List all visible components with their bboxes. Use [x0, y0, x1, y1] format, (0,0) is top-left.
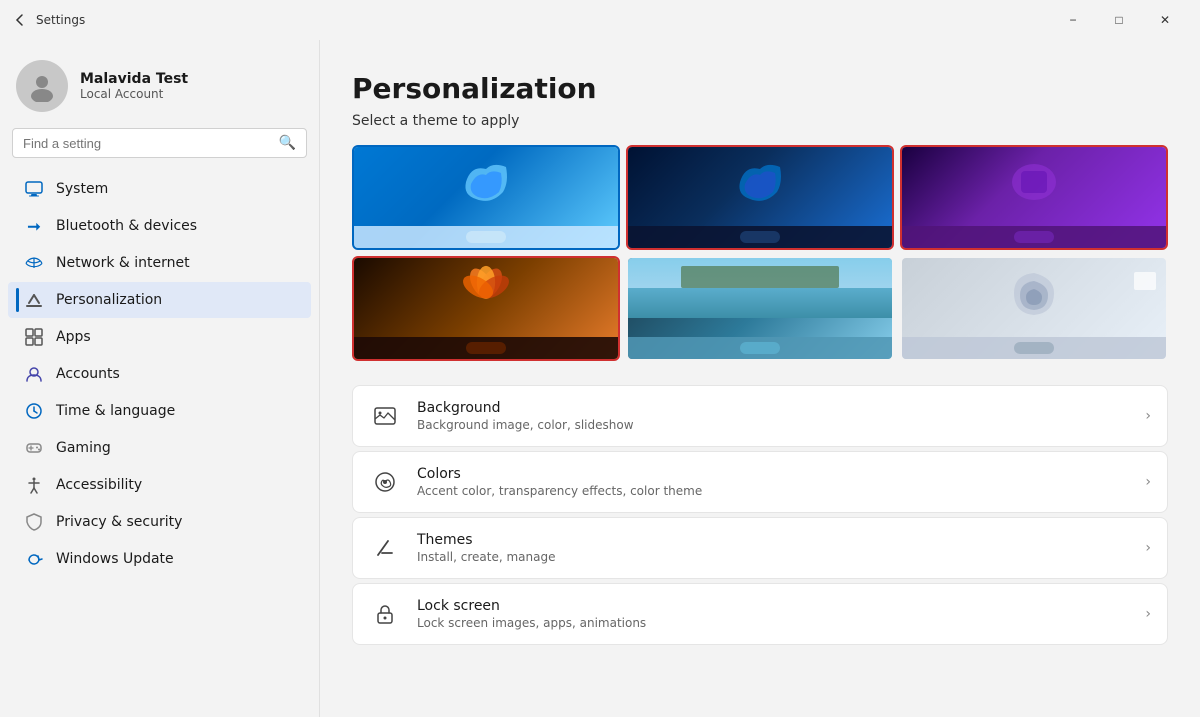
- close-button[interactable]: ✕: [1142, 4, 1188, 36]
- sidebar-item-personalization[interactable]: Personalization: [8, 282, 311, 318]
- theme-card-1[interactable]: [352, 145, 620, 250]
- privacy-icon: [24, 512, 44, 532]
- settings-row-lockscreen[interactable]: Lock screen Lock screen images, apps, an…: [352, 583, 1168, 645]
- themes-icon: [369, 532, 401, 564]
- nav-list: System ⭢ Bluetooth & devices Network & i…: [0, 170, 319, 578]
- settings-list: Background Background image, color, slid…: [352, 385, 1168, 665]
- sidebar-item-label-personalization: Personalization: [56, 292, 162, 308]
- sidebar-item-label-apps: Apps: [56, 329, 91, 345]
- sidebar-item-time[interactable]: Time & language: [8, 393, 311, 429]
- sidebar-item-gaming[interactable]: Gaming: [8, 430, 311, 466]
- system-icon: [24, 179, 44, 199]
- lockscreen-title: Lock screen: [417, 598, 1129, 614]
- personalization-icon: [24, 290, 44, 310]
- sidebar-item-label-time: Time & language: [56, 403, 175, 419]
- theme-card-3[interactable]: [900, 145, 1168, 250]
- colors-text: Colors Accent color, transparency effect…: [417, 466, 1129, 498]
- themes-chevron: ›: [1145, 540, 1151, 556]
- settings-row-themes[interactable]: Themes Install, create, manage ›: [352, 517, 1168, 579]
- sidebar-item-label-accessibility: Accessibility: [56, 477, 142, 493]
- user-info: Malavida Test Local Account: [80, 71, 188, 101]
- background-title: Background: [417, 400, 1129, 416]
- app-body: Malavida Test Local Account 🔍 System ⭢ B…: [0, 40, 1200, 717]
- user-account-type: Local Account: [80, 87, 188, 101]
- sidebar-item-label-privacy: Privacy & security: [56, 514, 182, 530]
- background-icon: [369, 400, 401, 432]
- titlebar: Settings − □ ✕: [0, 0, 1200, 40]
- minimize-button[interactable]: −: [1050, 4, 1096, 36]
- user-profile[interactable]: Malavida Test Local Account: [0, 52, 319, 128]
- sidebar-item-label-network: Network & internet: [56, 255, 190, 271]
- sidebar-item-system[interactable]: System: [8, 171, 311, 207]
- sidebar-item-network[interactable]: Network & internet: [8, 245, 311, 281]
- theme-card-4[interactable]: [352, 256, 620, 361]
- theme-subtitle: Select a theme to apply: [352, 113, 1168, 129]
- background-text: Background Background image, color, slid…: [417, 400, 1129, 432]
- window-title: Settings: [36, 13, 85, 27]
- sidebar-item-update[interactable]: Windows Update: [8, 541, 311, 577]
- apps-icon: [24, 327, 44, 347]
- lockscreen-desc: Lock screen images, apps, animations: [417, 616, 1129, 630]
- content-area: Personalization Select a theme to apply: [320, 40, 1200, 717]
- sidebar-item-privacy[interactable]: Privacy & security: [8, 504, 311, 540]
- search-icon: 🔍: [279, 135, 296, 151]
- sidebar-item-label-bluetooth: Bluetooth & devices: [56, 218, 197, 234]
- lockscreen-text: Lock screen Lock screen images, apps, an…: [417, 598, 1129, 630]
- sidebar-item-label-gaming: Gaming: [56, 440, 111, 456]
- sidebar-item-accounts[interactable]: Accounts: [8, 356, 311, 392]
- theme-card-2[interactable]: [626, 145, 894, 250]
- colors-title: Colors: [417, 466, 1129, 482]
- search-input[interactable]: [23, 136, 271, 151]
- theme-card-5[interactable]: [626, 256, 894, 361]
- sidebar-item-bluetooth[interactable]: ⭢ Bluetooth & devices: [8, 208, 311, 244]
- sidebar-item-label-system: System: [56, 181, 108, 197]
- sidebar-item-label-update: Windows Update: [56, 551, 174, 567]
- sidebar-item-apps[interactable]: Apps: [8, 319, 311, 355]
- avatar: [16, 60, 68, 112]
- sidebar: Malavida Test Local Account 🔍 System ⭢ B…: [0, 40, 320, 717]
- settings-row-colors[interactable]: Colors Accent color, transparency effect…: [352, 451, 1168, 513]
- colors-desc: Accent color, transparency effects, colo…: [417, 484, 1129, 498]
- search-box[interactable]: 🔍: [12, 128, 307, 158]
- theme-grid: [352, 145, 1168, 361]
- bluetooth-icon: ⭢: [24, 216, 44, 236]
- themes-title: Themes: [417, 532, 1129, 548]
- maximize-button[interactable]: □: [1096, 4, 1142, 36]
- accounts-icon: [24, 364, 44, 384]
- network-icon: [24, 253, 44, 273]
- accessibility-icon: [24, 475, 44, 495]
- settings-row-background[interactable]: Background Background image, color, slid…: [352, 385, 1168, 447]
- back-icon[interactable]: [12, 12, 28, 28]
- update-icon: [24, 549, 44, 569]
- time-icon: [24, 401, 44, 421]
- colors-icon: [369, 466, 401, 498]
- page-title: Personalization: [352, 72, 1168, 105]
- lockscreen-chevron: ›: [1145, 606, 1151, 622]
- colors-chevron: ›: [1145, 474, 1151, 490]
- themes-desc: Install, create, manage: [417, 550, 1129, 564]
- lockscreen-icon: [369, 598, 401, 630]
- background-desc: Background image, color, slideshow: [417, 418, 1129, 432]
- sidebar-item-label-accounts: Accounts: [56, 366, 120, 382]
- sidebar-item-accessibility[interactable]: Accessibility: [8, 467, 311, 503]
- themes-text: Themes Install, create, manage: [417, 532, 1129, 564]
- theme-card-6[interactable]: [900, 256, 1168, 361]
- background-chevron: ›: [1145, 408, 1151, 424]
- user-name: Malavida Test: [80, 71, 188, 87]
- gaming-icon: [24, 438, 44, 458]
- window-controls: − □ ✕: [1050, 4, 1188, 36]
